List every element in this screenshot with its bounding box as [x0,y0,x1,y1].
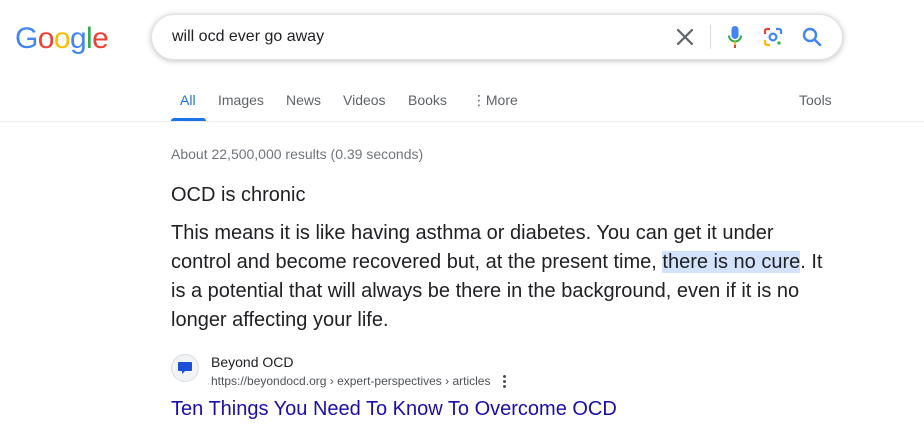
tab-videos[interactable]: Videos [343,92,386,108]
lens-icon[interactable] [760,24,786,50]
tab-more[interactable]: ⋮ More [472,92,518,109]
tab-news[interactable]: News [286,92,321,108]
tab-books[interactable]: Books [408,92,447,108]
search-box[interactable]: will ocd ever go away [151,14,843,60]
microphone-icon[interactable] [722,24,748,50]
logo-letter: e [92,22,109,55]
snippet-text: This means it is like having asthma or d… [171,219,836,335]
snippet-heading: OCD is chronic [171,184,306,206]
tab-all[interactable]: All [180,92,196,108]
logo-letter: g [69,22,87,55]
tab-images[interactable]: Images [218,92,264,108]
logo-letter: o [53,22,71,55]
result-source[interactable]: Beyond OCD https://beyondocd.org › exper… [171,352,571,392]
site-url[interactable]: https://beyondocd.org › expert-perspecti… [211,374,490,388]
tabs-divider [0,121,924,122]
google-logo[interactable]: Google [15,20,109,58]
search-divider [710,25,711,49]
search-icon[interactable] [799,24,825,50]
tab-more-label: More [485,92,518,108]
result-options-icon[interactable] [497,372,511,390]
snippet-highlight: there is no cure [662,251,801,273]
logo-letter: G [15,22,38,55]
site-favicon-icon [171,354,199,382]
results-stats: About 22,500,000 results (0.39 seconds) [171,146,424,162]
site-name[interactable]: Beyond OCD [211,354,293,370]
logo-letter: o [37,22,55,55]
more-vert-icon: ⋮ [472,92,486,108]
search-input[interactable]: will ocd ever go away [172,15,324,59]
tools-button[interactable]: Tools [799,92,832,108]
result-title-link[interactable]: Ten Things You Need To Know To Overcome … [171,398,617,421]
search-tabs: All Images News Videos Books ⋮ More Tool… [0,84,924,122]
close-icon[interactable] [672,24,698,50]
